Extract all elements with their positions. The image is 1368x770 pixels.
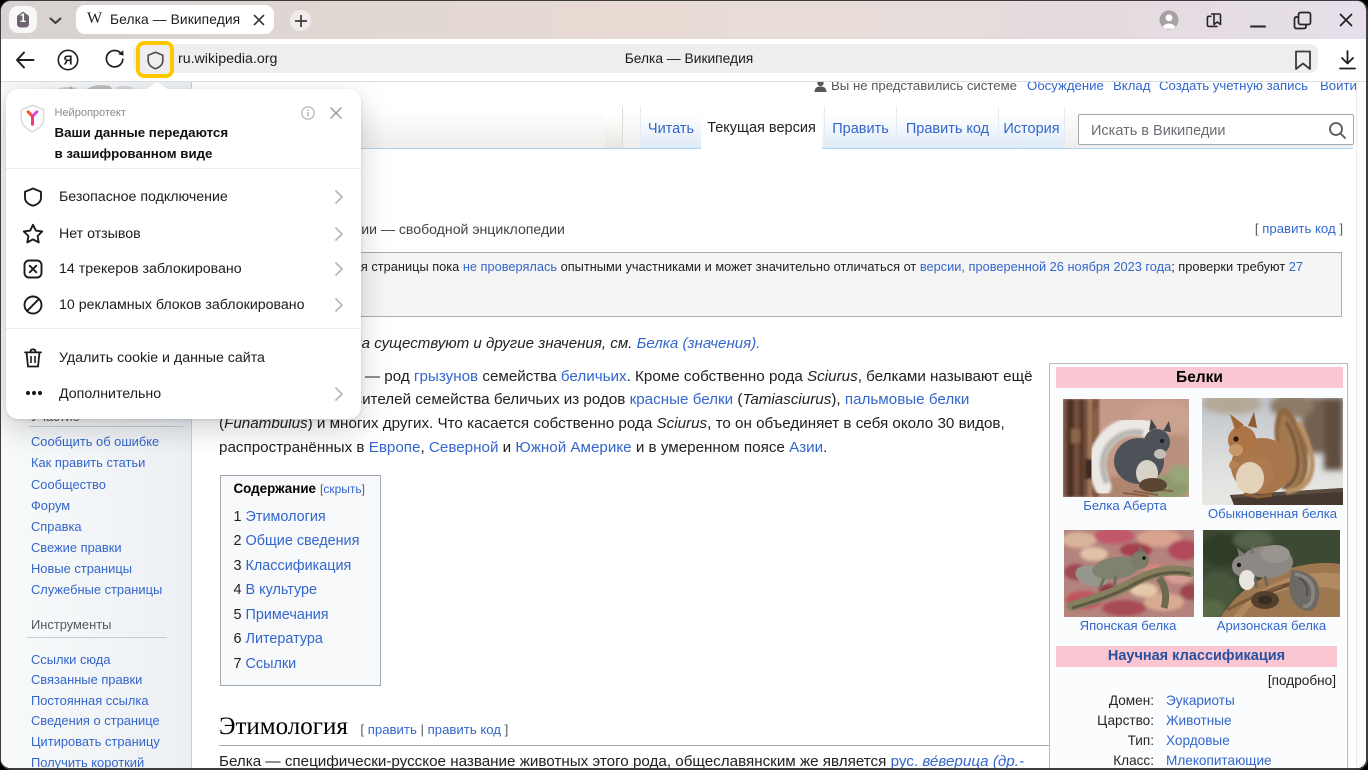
svg-text:Я: Я (64, 53, 73, 67)
